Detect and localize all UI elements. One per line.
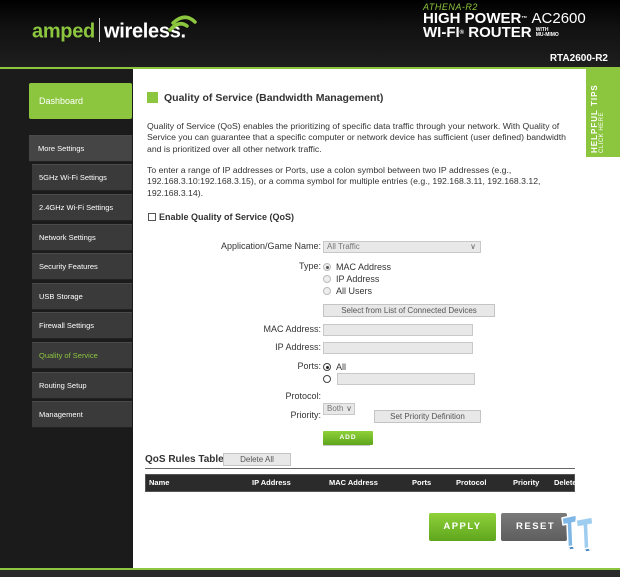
amped-wireless-logo[interactable]: amped wireless. [32, 18, 186, 44]
sidebar-item-quality-of-service[interactable]: Quality of Service [32, 342, 132, 369]
radio-ip-address[interactable] [323, 274, 331, 283]
helpful-tips-text: HELPFUL TIPS CLICK HERE [590, 84, 605, 153]
product-wifi: WI-FI [423, 24, 460, 41]
protocol-select[interactable]: Both ∨ [323, 403, 355, 415]
radio-ports-custom[interactable] [323, 374, 331, 383]
sidebar-item-usb-storage[interactable]: USB Storage [32, 283, 132, 310]
app-game-select[interactable]: All Traffic ∨ [323, 241, 481, 253]
trademark-mark: ™ [521, 16, 528, 22]
helpful-tips-subtitle: CLICK HERE [599, 111, 605, 153]
radio-ports-all[interactable] [323, 362, 331, 371]
qos-rules-table-header: Name IP Address MAC Address Ports Protoc… [145, 474, 577, 492]
mac-address-label: MAC Address: [263, 324, 321, 334]
mumimo-text: MU-MIMO [535, 32, 559, 39]
type-radio-group: MAC Address IP Address All Users [323, 261, 391, 297]
chevron-down-icon: ∨ [346, 404, 352, 413]
radio-mac-address[interactable] [323, 262, 331, 271]
product-ac2600: AC2600 [531, 10, 586, 27]
sidebar-item-firewall-settings[interactable]: Firewall Settings [32, 312, 132, 339]
sidebar: Dashboard More Settings 5GHz Wi-Fi Setti… [0, 69, 133, 568]
product-line-2: WI-FI® ROUTER WITH MU-MIMO [423, 24, 608, 41]
column-header-delete: Delete [554, 478, 577, 487]
sidebar-item-network-settings[interactable]: Network Settings [32, 224, 132, 251]
title-square-icon [147, 92, 158, 104]
sidebar-item-security-features[interactable]: Security Features [32, 253, 132, 280]
column-header-mac-address: MAC Address [329, 478, 378, 487]
type-option-label: MAC Address [336, 262, 392, 272]
product-with-mumimo: WITH MU-MIMO [536, 28, 559, 38]
sidebar-item-management[interactable]: Management [32, 401, 132, 428]
right-margin [586, 157, 620, 568]
model-sku: RTA2600-R2 [549, 53, 608, 64]
app-game-label: Application/Game Name: [220, 241, 321, 251]
ports-all-label: All [336, 362, 347, 372]
logo-divider [98, 18, 100, 42]
column-header-protocol: Protocol [456, 478, 487, 487]
type-option-mac[interactable]: MAC Address [323, 261, 391, 273]
enable-qos-checkbox[interactable] [148, 212, 156, 221]
sidebar-item-more-settings[interactable]: More Settings [29, 135, 132, 162]
ports-custom-option[interactable] [323, 373, 336, 385]
apply-button[interactable]: APPLY [429, 513, 496, 541]
instruction-paragraph: To enter a range of IP addresses or Port… [147, 165, 541, 198]
footer [0, 570, 620, 577]
ports-all-option[interactable]: All [323, 361, 346, 373]
radio-all-users[interactable] [323, 286, 331, 295]
product-router: ROUTER [468, 24, 532, 41]
ports-custom-input[interactable] [337, 373, 475, 385]
qos-rules-table-title: QoS Rules Table [145, 454, 224, 465]
registered-mark: ® [459, 30, 465, 36]
sidebar-item-5ghz-wifi[interactable]: 5GHz Wi-Fi Settings [32, 164, 132, 191]
header: amped wireless. ATHENA-R2 HIGH POWER™ AC2… [0, 0, 620, 67]
select-connected-devices-button[interactable]: Select from List of Connected Devices [323, 304, 495, 317]
enable-qos-row: Enable Quality of Service (QoS) [148, 212, 294, 222]
reset-button[interactable]: RESET [501, 513, 567, 541]
mac-address-input[interactable] [323, 324, 473, 336]
ip-address-input[interactable] [323, 342, 473, 354]
priority-label: Priority: [290, 410, 321, 420]
sidebar-item-routing-setup[interactable]: Routing Setup [32, 372, 132, 399]
ports-label: Ports: [297, 361, 321, 371]
protocol-value: Both [327, 404, 344, 413]
column-header-priority: Priority [513, 478, 540, 487]
protocol-label: Protocol: [285, 391, 321, 401]
sidebar-item-dashboard[interactable]: Dashboard [29, 83, 132, 119]
description-paragraph: Quality of Service (QoS) enables the pri… [147, 121, 567, 154]
add-button[interactable]: ADD [323, 431, 373, 445]
set-priority-definition-button[interactable]: Set Priority Definition [374, 410, 481, 423]
column-header-name: Name [149, 478, 170, 487]
type-option-label: IP Address [336, 274, 380, 284]
helpful-tips-tab[interactable]: HELPFUL TIPS CLICK HERE [586, 69, 620, 157]
chevron-down-icon: ∨ [470, 242, 476, 251]
page-title: Quality of Service (Bandwidth Management… [164, 91, 384, 104]
ip-address-label: IP Address: [275, 342, 321, 352]
type-option-label: All Users [336, 286, 373, 296]
column-header-ports: Ports [412, 478, 432, 487]
table-divider [145, 468, 575, 469]
logo-amped-text: amped [32, 20, 95, 43]
column-header-ip-address: IP Address [252, 478, 291, 487]
wifi-arcs-icon [168, 15, 197, 32]
page-heading: Quality of Service (Bandwidth Management… [147, 89, 383, 107]
type-option-all-users[interactable]: All Users [323, 285, 391, 297]
main-content: Quality of Service (Bandwidth Management… [133, 69, 586, 568]
type-option-ip[interactable]: IP Address [323, 273, 391, 285]
product-branding: ATHENA-R2 HIGH POWER™ AC2600 WI-FI® ROUT… [423, 2, 608, 64]
app-game-value: All Traffic [327, 242, 360, 251]
sidebar-item-24ghz-wifi[interactable]: 2.4GHz Wi-Fi Settings [32, 194, 132, 221]
type-label: Type: [298, 261, 321, 271]
enable-qos-label: Enable Quality of Service (QoS) [159, 212, 295, 222]
tt-watermark-icon [561, 514, 594, 552]
delete-all-button[interactable]: Delete All [223, 453, 291, 466]
helpful-tips-title: HELPFUL TIPS [590, 84, 599, 153]
